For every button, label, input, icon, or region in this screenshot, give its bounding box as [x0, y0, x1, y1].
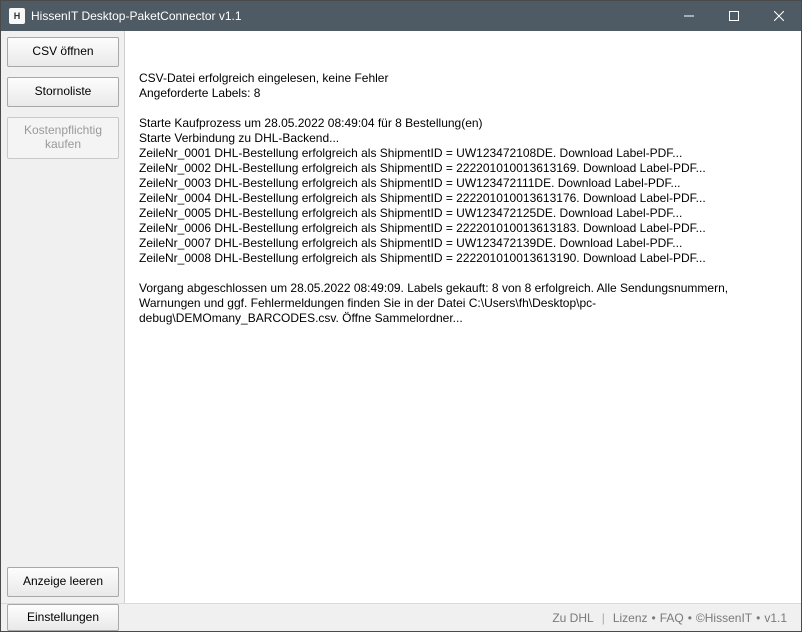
log-summary: Vorgang abgeschlossen um 28.05.2022 08:4…	[139, 281, 791, 326]
titlebar: H HissenIT Desktop-PaketConnector v1.1	[1, 1, 801, 31]
csv-open-button[interactable]: CSV öffnen	[7, 37, 119, 67]
separator: |	[602, 611, 605, 625]
log-line: ZeileNr_0001 DHL-Bestellung erfolgreich …	[139, 146, 791, 161]
stornoliste-button[interactable]: Stornoliste	[7, 77, 119, 107]
clear-display-button[interactable]: Anzeige leeren	[7, 567, 119, 597]
copyright-link[interactable]: ©HissenIT	[696, 611, 752, 625]
log-line: ZeileNr_0006 DHL-Bestellung erfolgreich …	[139, 221, 791, 236]
lizenz-link[interactable]: Lizenz	[613, 611, 648, 625]
log-line: ZeileNr_0008 DHL-Bestellung erfolgreich …	[139, 251, 791, 266]
minimize-button[interactable]	[666, 1, 711, 31]
dot: •	[652, 611, 656, 625]
maximize-button[interactable]	[711, 1, 756, 31]
to-dhl-link[interactable]: Zu DHL	[552, 611, 593, 625]
version-label: v1.1	[764, 611, 787, 625]
log-line: ZeileNr_0007 DHL-Bestellung erfolgreich …	[139, 236, 791, 251]
log-line: ZeileNr_0004 DHL-Bestellung erfolgreich …	[139, 191, 791, 206]
statusbar: Einstellungen Zu DHL | Lizenz • FAQ • ©H…	[1, 603, 801, 631]
dot: •	[688, 611, 692, 625]
sidebar: CSV öffnen Stornoliste Kostenpflichtig k…	[1, 31, 125, 603]
log-line: Starte Kaufprozess um 28.05.2022 08:49:0…	[139, 116, 791, 131]
minimize-icon	[684, 11, 694, 21]
window-title: HissenIT Desktop-PaketConnector v1.1	[31, 9, 242, 23]
close-button[interactable]	[756, 1, 801, 31]
log-line: ZeileNr_0005 DHL-Bestellung erfolgreich …	[139, 206, 791, 221]
log-line: ZeileNr_0003 DHL-Bestellung erfolgreich …	[139, 176, 791, 191]
log-pane[interactable]: CSV-Datei erfolgreich eingelesen, keine …	[125, 31, 801, 603]
faq-link[interactable]: FAQ	[660, 611, 684, 625]
log-line: ZeileNr_0002 DHL-Bestellung erfolgreich …	[139, 161, 791, 176]
settings-button[interactable]: Einstellungen	[7, 604, 119, 632]
log-line: Starte Verbindung zu DHL-Backend...	[139, 131, 791, 146]
dot: •	[756, 611, 760, 625]
buy-button: Kostenpflichtig kaufen	[7, 117, 119, 159]
log-line: CSV-Datei erfolgreich eingelesen, keine …	[139, 71, 791, 86]
log-line: Angeforderte Labels: 8	[139, 86, 791, 101]
close-icon	[774, 11, 784, 21]
maximize-icon	[729, 11, 739, 21]
app-icon: H	[9, 8, 25, 24]
